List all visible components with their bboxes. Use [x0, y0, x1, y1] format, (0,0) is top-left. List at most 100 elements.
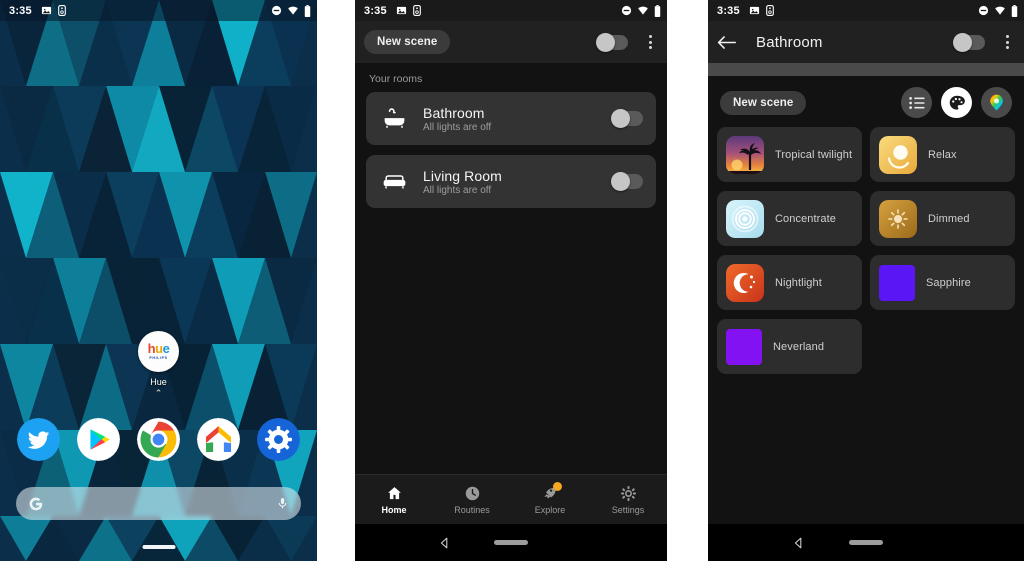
room-text-living-room: Living Room All lights are off	[423, 168, 613, 196]
battery-icon	[654, 4, 661, 17]
room-text-bathroom: Bathroom All lights are off	[423, 105, 613, 133]
scene-grid: Tropical twilight Relax Concentrate Dimm…	[708, 127, 1024, 374]
mic-icon[interactable]	[276, 496, 289, 511]
bathtub-icon	[379, 107, 409, 130]
room-row-bathroom[interactable]: Bathroom All lights are off	[366, 92, 656, 145]
list-view-button[interactable]	[901, 87, 932, 118]
toggle-knob	[596, 32, 615, 52]
scene-tile-neverland[interactable]: Neverland	[717, 319, 862, 374]
system-navigation-bar	[708, 524, 1024, 561]
settings-app-icon[interactable]	[256, 418, 300, 461]
hue-app-icon[interactable]: hue PHILIPS	[138, 331, 179, 372]
warm-glow-icon	[879, 135, 917, 174]
google-search-bar[interactable]	[16, 487, 301, 520]
phone-screen-hue-home: 3:35 New scene Your rooms Bathroom All l…	[355, 0, 667, 561]
overflow-menu-icon[interactable]	[999, 35, 1015, 49]
scene-tile-relax[interactable]: Relax	[870, 127, 1015, 182]
image-icon	[749, 5, 760, 16]
nav-item-routines[interactable]: Routines	[433, 485, 511, 515]
system-back-icon[interactable]	[793, 537, 805, 549]
image-icon	[41, 5, 52, 16]
room-row-living-room[interactable]: Living Room All lights are off	[366, 155, 656, 208]
image-icon	[396, 5, 407, 16]
scene-tile-sapphire[interactable]: Sapphire	[870, 255, 1015, 310]
overflow-menu-icon[interactable]	[642, 35, 658, 49]
scene-name: Neverland	[773, 340, 825, 353]
color-picker-button[interactable]	[981, 87, 1012, 118]
status-time: 3:35	[717, 4, 740, 17]
gesture-nav-pill[interactable]	[142, 545, 175, 549]
scene-tile-nightlight[interactable]: Nightlight	[717, 255, 862, 310]
scene-tile-tropical-twilight[interactable]: Tropical twilight	[717, 127, 862, 182]
wallpaper	[0, 0, 317, 561]
all-lights-toggle[interactable]	[596, 32, 628, 52]
gear-icon	[620, 485, 637, 502]
toggle-knob	[611, 172, 630, 191]
ripple-icon	[726, 199, 764, 238]
nav-item-settings[interactable]: Settings	[589, 485, 667, 515]
scene-name: Dimmed	[928, 212, 970, 225]
phone-screen-launcher: 3:35 hue PHILIPS Hue ⌃	[0, 0, 317, 561]
wifi-icon	[287, 5, 299, 16]
nav-label: Home	[381, 504, 407, 515]
palm-sunset-photo	[726, 135, 764, 174]
room-name: Living Room	[423, 167, 502, 184]
page-title: Bathroom	[756, 33, 823, 51]
screenshot-stage: 3:35 hue PHILIPS Hue ⌃ 3:35 New scene Yo…	[0, 0, 1024, 561]
status-time: 3:35	[9, 4, 32, 17]
google-home-app-icon[interactable]	[196, 418, 240, 461]
usb-debug-icon	[765, 5, 774, 16]
scene-tile-concentrate[interactable]: Concentrate	[717, 191, 862, 246]
hue-logo-text: hue	[147, 340, 170, 356]
do-not-disturb-icon	[978, 5, 989, 16]
solid-color-swatch	[879, 264, 915, 301]
scenes-button[interactable]	[941, 87, 972, 118]
scene-toolbar: New scene	[708, 76, 1024, 127]
twitter-app-icon[interactable]	[17, 418, 61, 461]
app-shortcut-hue[interactable]: hue PHILIPS Hue ⌃	[117, 331, 201, 398]
palette-icon	[948, 94, 966, 112]
app-drawer-caret[interactable]: ⌃	[155, 389, 163, 398]
play-store-app-icon[interactable]	[77, 418, 121, 461]
system-navigation-bar	[355, 524, 667, 561]
system-back-icon[interactable]	[439, 537, 451, 549]
nav-item-explore[interactable]: Explore	[511, 481, 589, 515]
room-name: Bathroom	[423, 104, 485, 121]
room-toggle-bathroom[interactable]	[611, 109, 643, 128]
scene-name: Tropical twilight	[775, 148, 853, 161]
app-shortcut-label: Hue	[150, 377, 167, 387]
room-app-bar: Bathroom	[708, 21, 1024, 63]
moon-stars-icon	[726, 263, 764, 302]
system-home-pill[interactable]	[494, 540, 528, 545]
room-toggle-living-room[interactable]	[611, 172, 643, 191]
system-home-pill[interactable]	[849, 540, 883, 545]
do-not-disturb-icon	[271, 5, 282, 16]
back-arrow-icon[interactable]	[717, 34, 736, 51]
phone-screen-room-scenes: 3:35 Bathroom New scene Tropical twiligh…	[708, 0, 1024, 561]
wifi-icon	[637, 5, 649, 16]
battery-icon	[1011, 4, 1018, 17]
usb-debug-icon	[57, 5, 66, 16]
home-icon	[386, 485, 403, 502]
chrome-app-icon[interactable]	[136, 418, 180, 461]
new-scene-button[interactable]: New scene	[364, 30, 451, 54]
hue-app-room: Bathroom New scene Tropical twilight Rel…	[708, 21, 1024, 561]
scene-tile-dimmed[interactable]: Dimmed	[870, 191, 1015, 246]
wifi-icon	[994, 5, 1006, 16]
status-bar-room: 3:35	[708, 0, 1024, 21]
scene-name: Relax	[928, 148, 957, 161]
your-rooms-label: Your rooms	[369, 73, 423, 85]
brightness-slider[interactable]	[708, 63, 1024, 76]
sofa-icon	[379, 172, 409, 192]
toggle-knob	[953, 32, 972, 52]
status-bar-launcher: 3:35	[0, 0, 317, 21]
bottom-navigation: Home Routines Explore Settings	[355, 474, 667, 524]
nav-item-home[interactable]: Home	[355, 485, 433, 515]
scene-name: Nightlight	[775, 276, 822, 289]
nav-label: Routines	[454, 504, 490, 515]
home-app-bar: New scene	[355, 21, 667, 63]
color-drop-icon	[987, 93, 1006, 112]
room-master-toggle[interactable]	[953, 32, 985, 52]
new-scene-button[interactable]: New scene	[720, 90, 807, 115]
